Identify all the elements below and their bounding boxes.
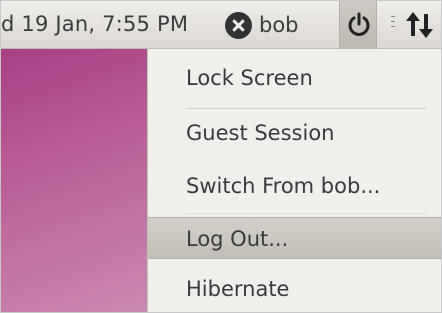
desktop-background — [1, 49, 151, 312]
menu-item-guest-session[interactable]: Guest Session — [148, 112, 441, 154]
user-name-label: bob — [259, 13, 299, 37]
power-icon — [348, 12, 370, 36]
session-menu-button[interactable] — [339, 1, 377, 49]
menu-item-label: Hibernate — [186, 277, 290, 301]
menu-item-label: Switch From bob... — [186, 174, 381, 198]
clock-indicator[interactable]: d 19 Jan, 7:55 PM — [1, 12, 188, 36]
menu-item-switch-user[interactable]: Switch From bob... — [148, 165, 441, 207]
top-panel: d 19 Jan, 7:55 PM bob — [1, 1, 441, 49]
menu-item-label: Log Out... — [186, 227, 289, 251]
session-menu: Lock Screen Guest Session Switch From bo… — [147, 49, 441, 312]
menu-separator — [186, 213, 426, 214]
menu-item-log-out[interactable]: Log Out... — [148, 217, 441, 259]
screenshot-frame: d 19 Jan, 7:55 PM bob Lock Screen Guest … — [0, 0, 442, 313]
menu-item-label: Lock Screen — [186, 66, 313, 90]
menu-separator — [186, 108, 426, 109]
busy-status-icon — [225, 11, 252, 39]
network-arrows-icon[interactable] — [405, 10, 435, 40]
menu-item-lock-screen[interactable]: Lock Screen — [148, 57, 441, 99]
user-indicator[interactable]: bob — [225, 8, 299, 42]
menu-item-hibernate[interactable]: Hibernate — [148, 268, 441, 310]
panel-separator — [391, 16, 395, 34]
menu-item-label: Guest Session — [186, 121, 335, 145]
